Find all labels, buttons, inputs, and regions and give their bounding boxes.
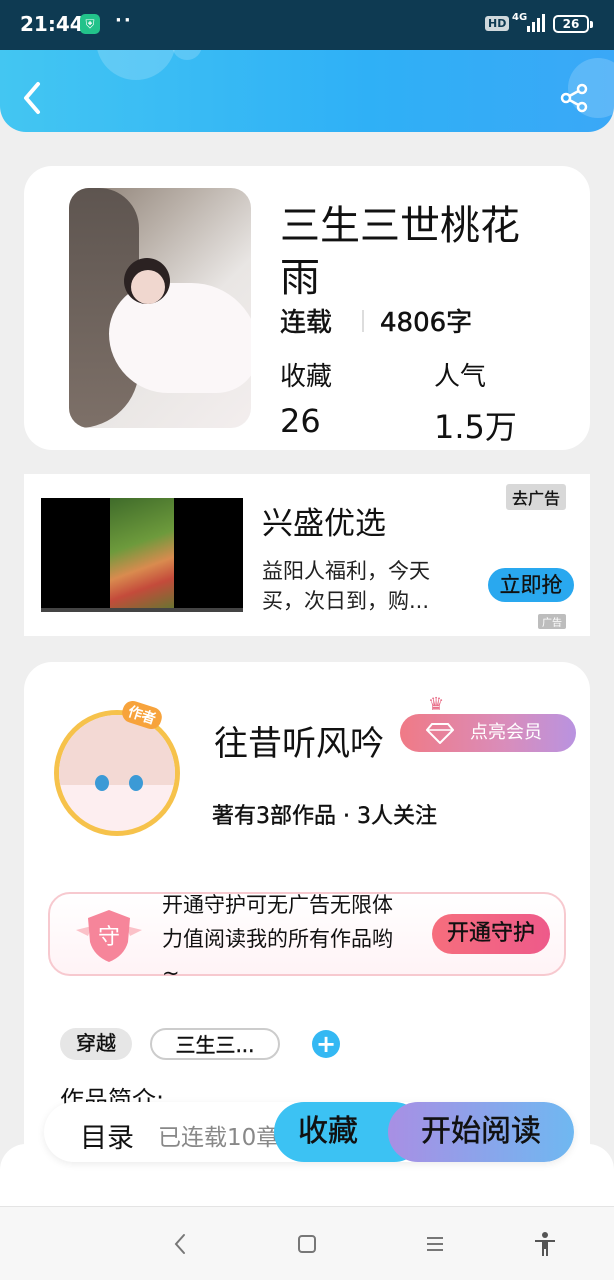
favorites-value: 26 — [280, 402, 321, 440]
author-name: 往昔听风吟 — [214, 724, 384, 764]
add-tag-button[interactable]: + — [312, 1030, 340, 1058]
signal-icon — [527, 14, 547, 32]
guard-shield-icon: 守 — [76, 910, 142, 962]
chevron-left-icon — [174, 1234, 185, 1254]
nav-back-button[interactable] — [166, 1229, 196, 1259]
notification-dots-icon: ·· — [115, 10, 133, 31]
popularity-label: 人气 — [434, 362, 487, 392]
chevron-left-icon — [24, 82, 40, 114]
start-reading-button[interactable]: 开始阅读 — [388, 1102, 574, 1162]
author-meta: 著有3部作品 · 3人关注 — [212, 804, 437, 829]
ad-description: 益阳人福利，今天买，次日到，购... — [262, 559, 430, 613]
book-info-card: 三生三世桃花雨 连载 4806字 收藏 人气 26 1.5万 — [24, 166, 590, 450]
nav-accessibility-button[interactable] — [530, 1229, 560, 1259]
nav-home-button[interactable] — [292, 1229, 322, 1259]
status-bar: 21:44 ⛨ ·· HD 4G 26 — [0, 0, 614, 50]
book-title: 三生三世桃花雨 — [280, 203, 520, 301]
battery-icon: 26 — [553, 15, 593, 33]
guard-button[interactable]: 开通守护 — [432, 914, 550, 954]
menu-icon — [427, 1237, 443, 1251]
ad-title: 兴盛优选 — [262, 506, 386, 542]
square-icon — [298, 1235, 316, 1253]
system-nav-bar — [0, 1206, 614, 1280]
action-bar: 目录 已连载10章 收藏 开始阅读 — [44, 1102, 574, 1162]
divider — [362, 310, 364, 332]
guard-promo: 守 开通守护可无广告无限体力值阅读我的所有作品哟~ 开通守护 — [48, 892, 566, 985]
shield-icon: ⛨ — [80, 14, 100, 34]
book-status: 连载 — [280, 308, 333, 339]
status-time: 21:44 — [20, 12, 84, 36]
diamond-icon — [426, 723, 454, 744]
book-word-count: 4806字 — [380, 308, 473, 339]
ad-label-badge: 广告 — [538, 614, 566, 629]
ad-cta-button[interactable]: 立即抢 — [488, 568, 574, 602]
remove-ad-button[interactable]: 去广告 — [506, 484, 567, 510]
vip-button[interactable]: 点亮会员 — [400, 714, 576, 752]
author-avatar[interactable]: 作者 — [38, 698, 198, 848]
top-header: 21:44 ⛨ ·· HD 4G 26 — [0, 0, 614, 132]
guard-icon-label: 守 — [98, 925, 120, 950]
book-cover-image[interactable] — [69, 188, 251, 428]
share-icon — [560, 83, 588, 113]
network-type: 4G — [512, 12, 528, 23]
hd-indicator: HD — [485, 16, 510, 31]
popularity-value: 1.5万 — [434, 408, 517, 446]
tag-chip[interactable]: 三生三... — [150, 1028, 280, 1060]
share-button[interactable] — [558, 82, 590, 114]
toc-button[interactable]: 目录 — [80, 1116, 134, 1155]
nav-menu-button[interactable] — [420, 1229, 450, 1259]
serial-status: 已连载10章 — [158, 1125, 278, 1151]
back-button[interactable] — [18, 78, 48, 118]
crown-icon: ♛ — [428, 694, 445, 715]
ad-banner[interactable]: 兴盛优选 益阳人福利，今天买，次日到，购... 去广告 立即抢 广告 — [24, 474, 590, 636]
favorites-label: 收藏 — [280, 362, 333, 392]
ad-video[interactable] — [41, 498, 243, 612]
guard-text: 开通守护可无广告无限体力值阅读我的所有作品哟~ — [162, 893, 393, 985]
accessibility-icon — [535, 1232, 555, 1256]
vip-button-label: 点亮会员 — [470, 722, 542, 743]
tag-chip[interactable]: 穿越 — [60, 1028, 132, 1060]
